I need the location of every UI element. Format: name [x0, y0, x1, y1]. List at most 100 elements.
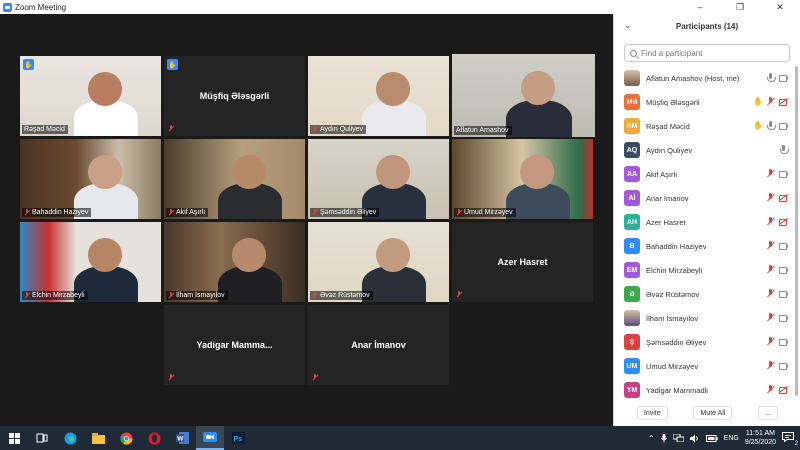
more-options-button[interactable]: ... — [758, 406, 779, 420]
tile-name-label: Akif Aşırlı — [166, 208, 209, 217]
video-tile-samsaddin[interactable]: Şəmsəddin Əliyev — [308, 139, 449, 219]
minimize-button[interactable]: – — [680, 0, 720, 14]
mic-muted-icon[interactable] — [766, 217, 775, 226]
task-view-icon[interactable] — [28, 426, 56, 450]
notifications-icon[interactable]: 2 — [782, 432, 798, 447]
mic-muted-icon — [168, 292, 174, 299]
mic-muted-icon[interactable] — [766, 361, 775, 370]
video-tile-azer[interactable]: Azer Hasret — [452, 222, 593, 302]
participant-row[interactable]: MƏ Müşfiq Ələsgərli ✋ — [614, 90, 794, 114]
word-icon[interactable]: W — [168, 426, 196, 450]
video-tile-evez[interactable]: Əvəz Rüstəmov — [308, 222, 449, 302]
camera-icon[interactable] — [779, 169, 788, 178]
video-tile-yadigar[interactable]: Yadigar Mamma... — [164, 305, 305, 385]
edge-icon[interactable] — [56, 426, 84, 450]
participant-row[interactable]: Aflatun Amashov (Host, me) — [614, 66, 794, 90]
battery-icon[interactable] — [705, 434, 718, 442]
camera-off-icon[interactable] — [779, 385, 788, 394]
participant-row[interactable]: Ş Şəmsəddin Əliyev — [614, 330, 794, 354]
participant-row[interactable]: Aİ Anar İmanov — [614, 186, 794, 210]
mic-muted-icon[interactable] — [766, 169, 775, 178]
camera-off-icon[interactable] — [779, 97, 788, 106]
video-tile-umud[interactable]: Umud Mirzəyev — [452, 139, 593, 219]
participant-status-icons — [766, 361, 788, 370]
taskbar-clock[interactable]: 11:51 AM 9/25/2020 — [745, 429, 776, 447]
windows-taskbar: W Ps ⌃ ENG 11:51 AM 9/25/2020 2 — [0, 426, 800, 450]
zoom-taskbar-icon[interactable] — [196, 426, 224, 450]
tile-name-center: Anar İmanov — [351, 340, 406, 350]
camera-icon[interactable] — [779, 121, 788, 130]
tile-name-text: İlham İsmayılov — [176, 292, 225, 299]
participant-status-icons — [779, 145, 789, 154]
camera-icon[interactable] — [779, 241, 788, 250]
opera-icon[interactable] — [140, 426, 168, 450]
participant-row[interactable]: Ə Əvəz Rüstəmov — [614, 282, 794, 306]
mic-muted-icon[interactable] — [766, 241, 775, 250]
video-tile-aydin[interactable]: Aydın Quliyev — [308, 56, 449, 136]
tile-name-label: Aflatun Amashov — [454, 126, 512, 135]
mic-muted-icon[interactable] — [766, 193, 775, 202]
participant-row[interactable]: YM Yadigar Mammadli — [614, 378, 794, 402]
video-tile-musfiq[interactable]: Müşfiq Ələsgərli ✋ — [164, 56, 305, 136]
video-tile-akif[interactable]: Akif Aşırlı — [164, 139, 305, 219]
participant-row[interactable]: AQ Aydın Quliyev — [614, 138, 794, 162]
participant-body — [506, 99, 573, 137]
participant-head — [87, 155, 122, 189]
video-tile-ilham[interactable]: İlham İsmayılov — [164, 222, 305, 302]
invite-button[interactable]: Invite — [636, 406, 668, 420]
mic-muted-icon[interactable] — [766, 337, 775, 346]
participant-status-icons — [766, 337, 788, 346]
participant-name: Akif Aşırlı — [646, 169, 678, 179]
video-tile-aflatun[interactable]: Aflatun Amashov — [452, 54, 595, 137]
network-icon[interactable] — [672, 434, 684, 442]
participants-panel: ⌄ Participants (14) Aflatun Amashov (Hos… — [613, 14, 800, 426]
video-tile-elchin[interactable]: Elchin Mirzabeyli — [20, 222, 161, 302]
input-language[interactable]: ENG — [724, 435, 739, 442]
mic-muted-icon[interactable] — [766, 385, 775, 394]
close-button[interactable]: ✕ — [760, 0, 800, 14]
camera-icon[interactable] — [779, 73, 788, 82]
participant-status-icons — [766, 289, 788, 298]
video-tile-rasad[interactable]: Rəşad Məcid ✋ — [20, 56, 161, 136]
mic-icon[interactable] — [766, 73, 776, 82]
collapse-chevron-icon[interactable]: ⌄ — [624, 20, 632, 31]
photoshop-icon[interactable]: Ps — [224, 426, 252, 450]
video-tile-anar[interactable]: Anar İmanov — [308, 305, 449, 385]
participant-row[interactable]: AH Azer Hasret — [614, 210, 794, 234]
microphone-icon[interactable] — [660, 433, 667, 443]
mic-muted-icon[interactable] — [766, 265, 775, 274]
participants-scrollbar[interactable] — [795, 66, 798, 396]
mic-muted-icon[interactable] — [766, 97, 775, 106]
mic-icon[interactable] — [779, 145, 789, 154]
participant-row[interactable]: AA Akif Aşırlı — [614, 162, 794, 186]
participant-name: Şəmsəddin Əliyev — [646, 337, 707, 347]
participant-row[interactable]: B Bahaddin Haziyev — [614, 234, 794, 258]
start-button[interactable] — [0, 426, 28, 450]
tile-name-text: Bahaddin Haziyev — [32, 209, 89, 216]
mic-icon[interactable] — [766, 121, 776, 130]
camera-off-icon[interactable] — [779, 217, 788, 226]
participant-search-input[interactable] — [641, 48, 781, 58]
chrome-icon[interactable] — [112, 426, 140, 450]
participant-name: Aflatun Amashov (Host, me) — [646, 73, 740, 83]
video-tile-bahaddin[interactable]: Bahaddin Haziyev — [20, 139, 161, 219]
file-explorer-icon[interactable] — [84, 426, 112, 450]
mute-all-button[interactable]: Mute All — [693, 406, 733, 420]
participant-head — [375, 238, 410, 272]
mic-muted-icon[interactable] — [766, 313, 775, 322]
camera-icon[interactable] — [779, 313, 788, 322]
participant-row[interactable]: RM Rəşad Məcid ✋ — [614, 114, 794, 138]
show-hidden-icons-icon[interactable]: ⌃ — [648, 434, 655, 443]
participant-row[interactable]: İlham İsmayılov — [614, 306, 794, 330]
volume-icon[interactable] — [689, 434, 700, 443]
maximize-button[interactable]: ❐ — [720, 0, 760, 14]
camera-icon[interactable] — [779, 265, 788, 274]
participant-search[interactable] — [624, 44, 790, 62]
camera-icon[interactable] — [779, 361, 788, 370]
participant-row[interactable]: EM Elchin Mirzabeyli — [614, 258, 794, 282]
camera-icon[interactable] — [779, 289, 788, 298]
mic-muted-icon[interactable] — [766, 289, 775, 298]
participant-row[interactable]: UM Umud Mirzəyev — [614, 354, 794, 378]
camera-off-icon[interactable] — [779, 193, 788, 202]
camera-icon[interactable] — [779, 337, 788, 346]
